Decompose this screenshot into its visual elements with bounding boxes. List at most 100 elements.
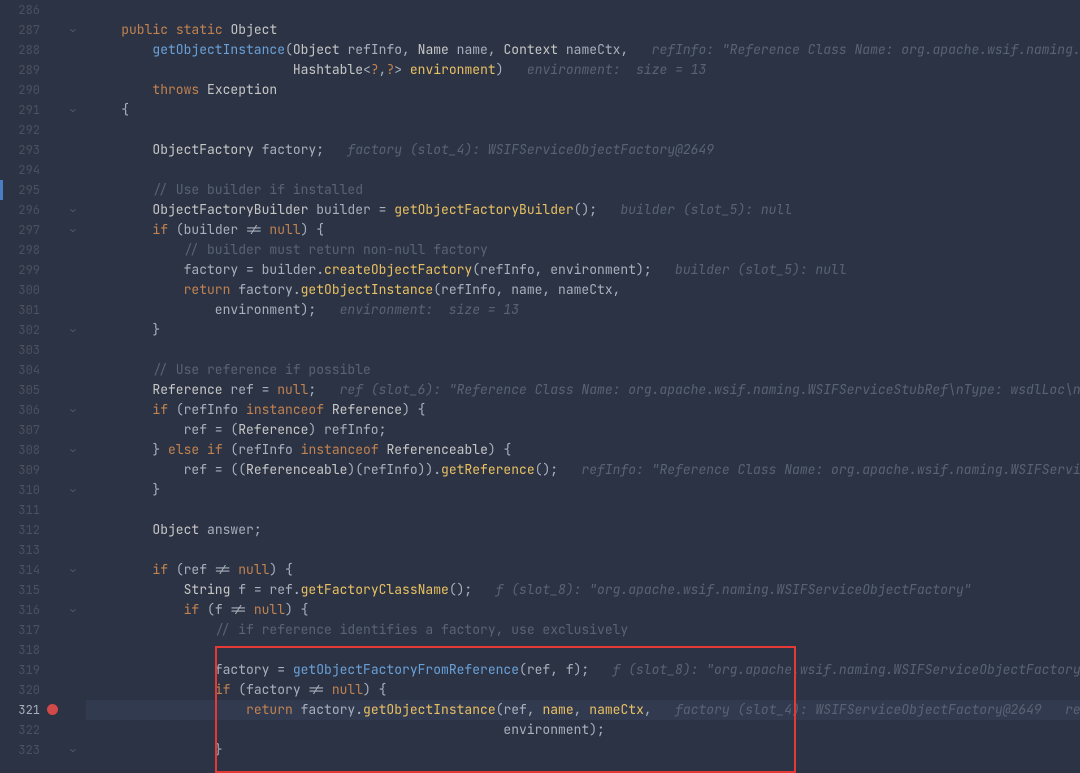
line-number[interactable]: 298 — [0, 240, 60, 260]
line-number[interactable]: 320 — [0, 680, 60, 700]
line-number[interactable]: 293 — [0, 140, 60, 160]
line-number[interactable]: 314 — [0, 560, 60, 580]
line-number[interactable]: 304 — [0, 360, 60, 380]
line-number[interactable]: 292 — [0, 120, 60, 140]
line-number[interactable]: 319 — [0, 660, 60, 680]
fold-toggle-icon[interactable]: ⌄ — [68, 484, 78, 494]
code-line[interactable]: public static Object — [86, 20, 1080, 40]
code-line[interactable]: // builder must return non-null factory — [86, 240, 1080, 260]
line-number[interactable]: 302 — [0, 320, 60, 340]
code-line[interactable] — [86, 640, 1080, 660]
fold-column[interactable]: ⌄⌄⌄⌄⌄⌄⌄⌄⌄⌄⌄ — [60, 0, 86, 709]
line-number[interactable]: 312 — [0, 520, 60, 540]
line-number[interactable]: 308 — [0, 440, 60, 460]
line-number[interactable]: 300 — [0, 280, 60, 300]
line-number[interactable]: 288 — [0, 40, 60, 60]
code-line[interactable]: // if reference identifies a factory, us… — [86, 620, 1080, 640]
line-number[interactable]: 286 — [0, 0, 60, 20]
code-line[interactable]: Hashtable<?,?> environment) environment:… — [86, 60, 1080, 80]
code-line[interactable]: } else if (refInfo instanceof Referencea… — [86, 440, 1080, 460]
code-line[interactable]: throws Exception — [86, 80, 1080, 100]
fold-toggle-icon[interactable]: ⌄ — [68, 744, 78, 754]
code-line[interactable]: // Use builder if installed — [86, 180, 1080, 200]
line-number[interactable]: 296 — [0, 200, 60, 220]
code-token: ref = (( — [90, 461, 246, 478]
code-editor[interactable]: 2862872882892902912922932942952962972982… — [0, 0, 1080, 709]
line-number[interactable]: 310 — [0, 480, 60, 500]
line-number[interactable]: 315 — [0, 580, 60, 600]
code-line[interactable] — [86, 120, 1080, 140]
code-token: ) { — [402, 401, 425, 418]
code-line[interactable]: ObjectFactoryBuilder builder = getObject… — [86, 200, 1080, 220]
code-line[interactable]: return factory.getObjectInstance(refInfo… — [86, 280, 1080, 300]
code-token: > — [394, 61, 410, 78]
code-line[interactable] — [86, 540, 1080, 560]
code-line[interactable]: return factory.getObjectInstance(ref, na… — [86, 700, 1080, 720]
code-token: Reference — [152, 381, 222, 398]
line-number[interactable]: 305 — [0, 380, 60, 400]
code-token: refInfo: "Reference Class Name: org.apac… — [628, 41, 1080, 58]
code-token: ) { — [363, 681, 386, 698]
code-line[interactable]: ref = (Reference) refInfo; — [86, 420, 1080, 440]
line-number[interactable]: 290 — [0, 80, 60, 100]
code-line[interactable]: { — [86, 100, 1080, 120]
line-number[interactable]: 297 — [0, 220, 60, 240]
code-area[interactable]: public static Object getObjectInstance(O… — [86, 0, 1080, 709]
code-line[interactable]: ObjectFactory factory; factory (slot_4):… — [86, 140, 1080, 160]
code-line[interactable]: if (refInfo instanceof Reference) { — [86, 400, 1080, 420]
code-token: public — [121, 21, 168, 38]
code-line[interactable]: factory = builder.createObjectFactory(re… — [86, 260, 1080, 280]
code-line[interactable]: } — [86, 320, 1080, 340]
line-number[interactable]: 322 — [0, 720, 60, 740]
code-token — [324, 401, 332, 418]
fold-toggle-icon[interactable]: ⌄ — [68, 224, 78, 234]
code-line[interactable]: getObjectInstance(Object refInfo, Name n… — [86, 40, 1080, 60]
line-number[interactable]: 317 — [0, 620, 60, 640]
code-line[interactable]: if (builder != null) { — [86, 220, 1080, 240]
fold-toggle-icon[interactable]: ⌄ — [68, 564, 78, 574]
fold-toggle-icon[interactable]: ⌄ — [68, 324, 78, 334]
code-line[interactable] — [86, 340, 1080, 360]
line-number[interactable]: 321 — [0, 700, 60, 720]
line-number[interactable]: 303 — [0, 340, 60, 360]
fold-toggle-icon[interactable]: ⌄ — [68, 604, 78, 614]
fold-toggle-icon[interactable]: ⌄ — [68, 404, 78, 414]
code-line[interactable]: ref = ((Referenceable)(refInfo)).getRefe… — [86, 460, 1080, 480]
fold-toggle-icon[interactable]: ⌄ — [68, 104, 78, 114]
line-number[interactable]: 323 — [0, 740, 60, 760]
code-line[interactable]: Object answer; — [86, 520, 1080, 540]
fold-toggle-icon[interactable]: ⌄ — [68, 444, 78, 454]
line-number[interactable]: 294 — [0, 160, 60, 180]
code-line[interactable]: } — [86, 480, 1080, 500]
code-line[interactable] — [86, 0, 1080, 20]
line-number[interactable]: 289 — [0, 60, 60, 80]
line-number[interactable]: 295 — [0, 180, 60, 200]
line-number[interactable]: 306 — [0, 400, 60, 420]
code-line[interactable]: environment); environment: size = 13 — [86, 300, 1080, 320]
code-line[interactable] — [86, 500, 1080, 520]
line-number[interactable]: 287 — [0, 20, 60, 40]
line-number[interactable]: 316 — [0, 600, 60, 620]
code-line[interactable]: Reference ref = null; ref (slot_6): "Ref… — [86, 380, 1080, 400]
code-line[interactable]: if (f != null) { — [86, 600, 1080, 620]
code-line[interactable]: if (factory != null) { — [86, 680, 1080, 700]
line-number[interactable]: 311 — [0, 500, 60, 520]
code-token: // Use reference if possible — [152, 361, 370, 378]
fold-toggle-icon[interactable]: ⌄ — [68, 24, 78, 34]
line-number[interactable]: 318 — [0, 640, 60, 660]
code-line[interactable]: environment); — [86, 720, 1080, 740]
line-number[interactable]: 309 — [0, 460, 60, 480]
fold-toggle-icon[interactable]: ⌄ — [68, 204, 78, 214]
line-number[interactable]: 291 — [0, 100, 60, 120]
line-number-gutter[interactable]: 2862872882892902912922932942952962972982… — [0, 0, 60, 709]
code-line[interactable]: String f = ref.getFactoryClassName(); f … — [86, 580, 1080, 600]
line-number[interactable]: 299 — [0, 260, 60, 280]
line-number[interactable]: 301 — [0, 300, 60, 320]
code-line[interactable]: factory = getObjectFactoryFromReference(… — [86, 660, 1080, 680]
code-line[interactable]: } — [86, 740, 1080, 760]
code-line[interactable]: // Use reference if possible — [86, 360, 1080, 380]
code-line[interactable] — [86, 160, 1080, 180]
code-line[interactable]: if (ref != null) { — [86, 560, 1080, 580]
line-number[interactable]: 313 — [0, 540, 60, 560]
line-number[interactable]: 307 — [0, 420, 60, 440]
